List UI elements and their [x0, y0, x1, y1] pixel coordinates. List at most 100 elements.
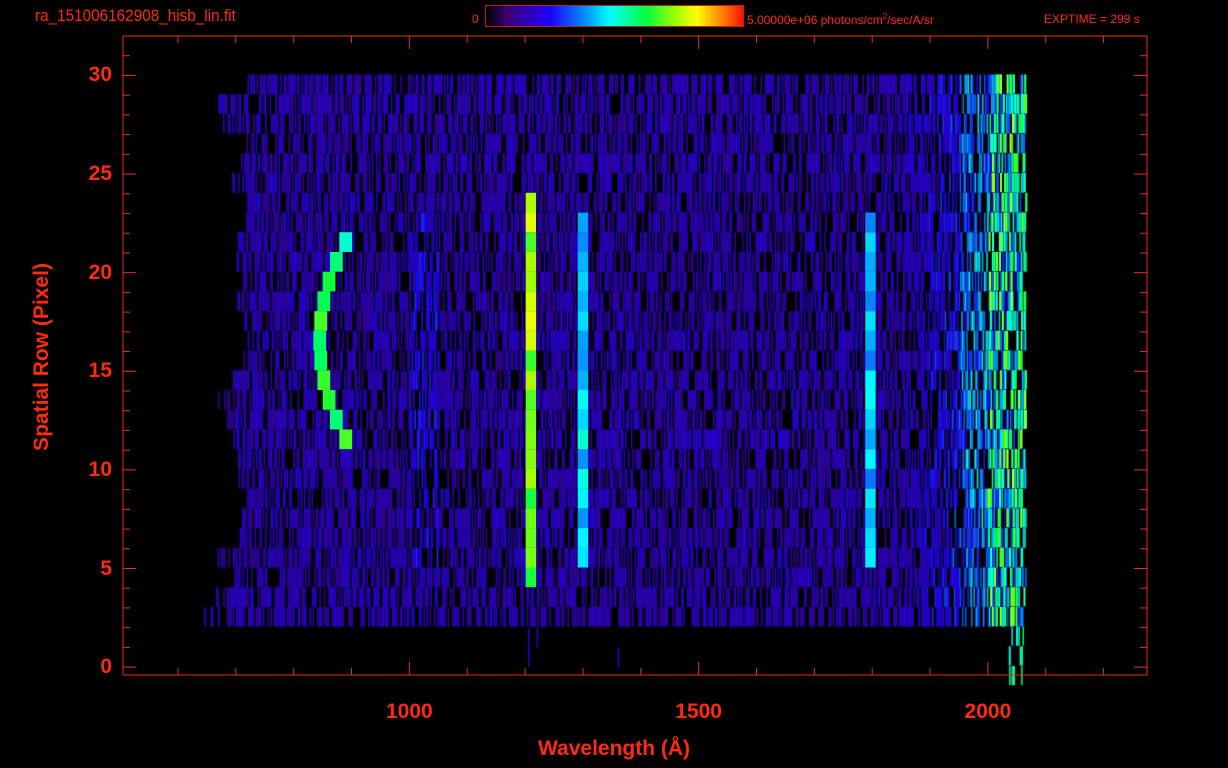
- red-edge-2050-mark: [999, 133, 1002, 153]
- line-1800-mark: [865, 488, 876, 509]
- colorbar: [485, 5, 744, 27]
- red-edge-2050-mark: [1010, 587, 1013, 607]
- line-1304-mark: [577, 390, 589, 410]
- line-1216-mark: [525, 212, 537, 233]
- red-edge-2050-mark: [1011, 251, 1014, 271]
- x-tick-label: 1000: [386, 700, 433, 723]
- line-1800-mark: [865, 330, 876, 351]
- red-edge-2050-mark: [990, 350, 993, 370]
- line-1800-mark: [865, 311, 876, 331]
- y-axis-label: Spatial Row (Pixel): [30, 263, 53, 451]
- red-edge-2050-mark: [992, 291, 995, 311]
- red-edge-2050-mark: [990, 291, 993, 311]
- line-1216-mark: [525, 567, 537, 588]
- red-edge-2050-mark: [1001, 192, 1004, 212]
- red-edge-2050-mark: [1013, 153, 1016, 173]
- colorbar-max-value: 5.00000e+06 photons/cm: [747, 13, 883, 27]
- red-edge-2050-mark: [1003, 390, 1006, 410]
- red-edge-2050-mark: [998, 528, 1001, 548]
- red-edge-2050-mark: [992, 173, 995, 193]
- red-edge-2050-mark: [1020, 429, 1023, 449]
- line-1304-mark: [577, 488, 589, 509]
- curved-line-870-mark: [313, 330, 327, 351]
- red-edge-2050-mark: [1012, 370, 1015, 390]
- line-1800-mark: [865, 390, 876, 410]
- red-edge-2050-mark: [1020, 94, 1023, 114]
- red-edge-2050-mark: [1007, 508, 1010, 528]
- line-1800-mark: [865, 350, 876, 371]
- red-edge-2050-mark: [993, 271, 996, 291]
- red-edge-2050-mark: [1003, 449, 1006, 469]
- red-edge-2050-mark: [998, 409, 1001, 429]
- red-edge-2050-mark: [993, 567, 996, 587]
- red-edge-2050-mark: [994, 212, 997, 232]
- line-1216-mark: [525, 449, 537, 469]
- y-tick-label: 0: [100, 655, 112, 679]
- colorbar-min-label: 0: [472, 12, 479, 26]
- red-edge-2050-mark: [1011, 449, 1014, 469]
- red-edge-2050-mark: [1006, 173, 1009, 193]
- red-edge-2050-mark: [1016, 528, 1019, 548]
- red-edge-2050-mark: [1008, 311, 1011, 331]
- red-edge-2050-mark: [1007, 468, 1010, 488]
- red-edge-2050-mark: [1000, 547, 1003, 567]
- red-edge-2050-mark: [1003, 330, 1006, 350]
- red-edge-2050-mark: [990, 547, 993, 567]
- red-edge-2050-mark: [1012, 508, 1015, 528]
- red-edge-2050-mark: [991, 212, 994, 232]
- red-edge-2050-mark: [1016, 468, 1019, 488]
- red-edge-2050-mark: [1014, 449, 1017, 469]
- red-edge-2050-mark: [989, 271, 992, 291]
- line-1216-mark: [525, 192, 537, 213]
- line-1216-mark: [525, 488, 537, 509]
- red-edge-2050-mark: [1023, 291, 1026, 311]
- red-edge-2050-mark: [1012, 74, 1015, 94]
- red-edge-2050-mark: [1020, 488, 1023, 508]
- red-edge-2050-mark: [1024, 370, 1027, 390]
- red-edge-2050-mark: [995, 330, 998, 350]
- curved-line-870-mark: [329, 409, 343, 430]
- colorbar-units: /sec/A/sr: [887, 13, 934, 27]
- red-edge-2050-mark: [990, 587, 993, 607]
- colorbar-max-label: 5.00000e+06 photons/cm2/sec/A/sr: [747, 12, 934, 27]
- line-1800-mark: [865, 232, 876, 252]
- line-1304-mark: [577, 508, 589, 529]
- red-edge-2050-mark: [992, 232, 995, 252]
- red-edge-2050-mark: [1023, 251, 1026, 271]
- red-edge-2050-mark: [1011, 488, 1014, 508]
- line-1800-mark: [865, 212, 876, 233]
- red-edge-2050-mark: [993, 133, 996, 153]
- red-edge-2050-mark: [997, 508, 1000, 528]
- red-edge-2050-mark: [1014, 488, 1017, 508]
- line-1800-mark: [865, 291, 876, 312]
- red-edge-2050-mark: [1011, 113, 1014, 133]
- red-edge-2050-mark: [1008, 350, 1011, 370]
- line-1216-mark: [525, 291, 537, 312]
- line-1216-mark: [525, 311, 537, 331]
- line-1304-mark: [577, 251, 589, 272]
- red-edge-2050-mark: [999, 74, 1002, 94]
- y-tick-label: 10: [88, 457, 112, 481]
- red-edge-2050-mark: [1005, 330, 1008, 350]
- red-edge-2050-mark: [1004, 567, 1007, 587]
- red-edge-2050-mark: [1023, 311, 1026, 331]
- line-1800-mark: [865, 271, 876, 292]
- red-edge-2050-mark: [1004, 370, 1007, 390]
- line-1216-mark: [525, 271, 537, 292]
- curved-line-870-mark: [339, 232, 353, 252]
- red-edge-2050-mark: [1009, 567, 1012, 587]
- x-tick-label: 2000: [964, 700, 1012, 723]
- red-edge-2050-mark: [999, 449, 1002, 469]
- red-edge-2050-mark: [995, 587, 998, 607]
- red-edge-2050-mark: [1020, 330, 1023, 350]
- line-1304-mark: [577, 311, 589, 331]
- red-edge-2050-mark: [1001, 271, 1004, 291]
- red-edge-2050-mark: [995, 251, 998, 271]
- red-edge-2050-mark: [1023, 587, 1026, 607]
- red-edge-2050-mark: [1007, 311, 1010, 331]
- line-1216-mark: [525, 350, 537, 371]
- red-edge-2050-mark: [1021, 212, 1024, 232]
- curved-line-870-mark: [317, 291, 331, 312]
- red-edge-2050-mark: [999, 606, 1002, 626]
- red-edge-2050-mark: [1024, 212, 1027, 232]
